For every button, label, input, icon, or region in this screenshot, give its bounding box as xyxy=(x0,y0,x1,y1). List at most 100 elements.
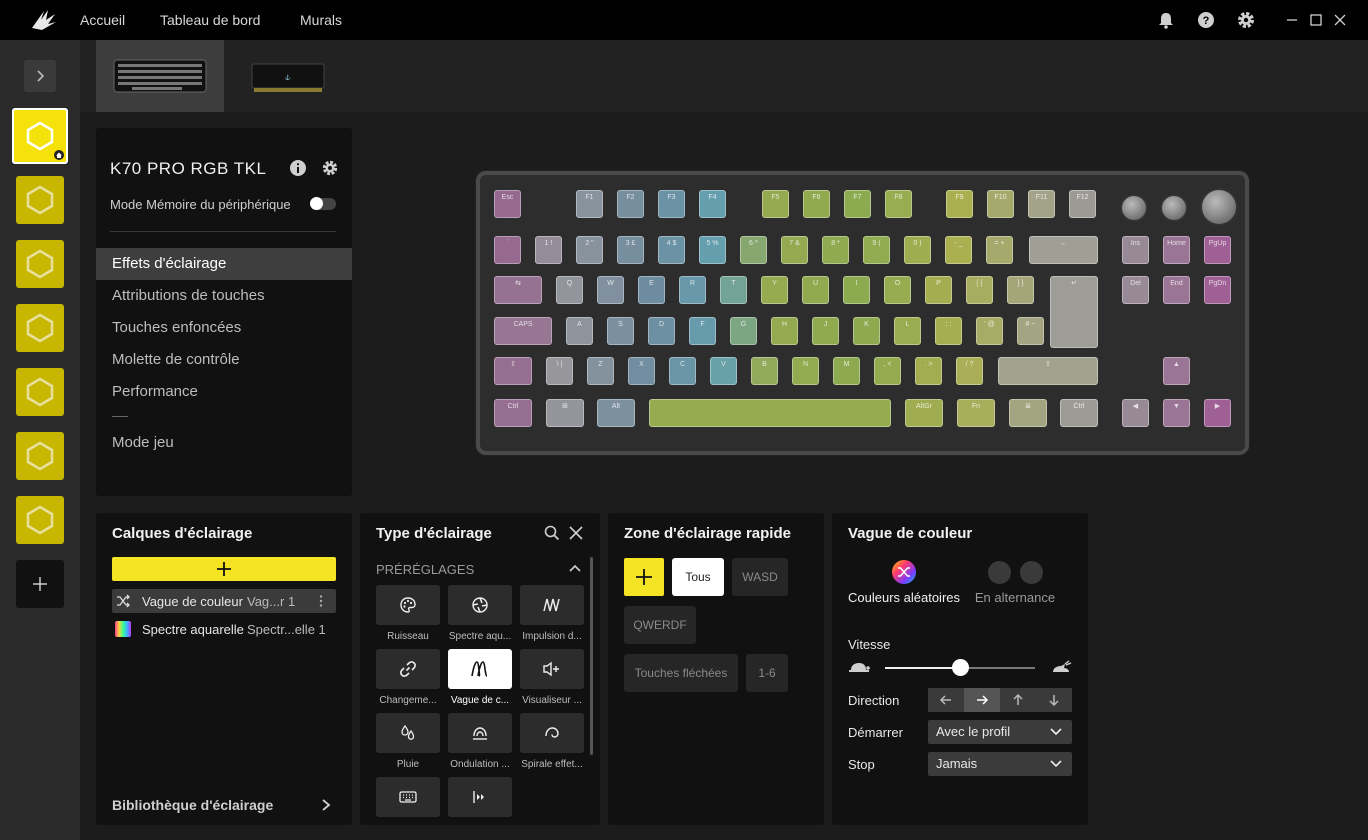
profile-tile[interactable] xyxy=(16,432,64,480)
memory-mode-toggle[interactable] xyxy=(310,197,336,210)
key[interactable]: ◀ xyxy=(1122,399,1149,427)
close-icon[interactable] xyxy=(1330,10,1350,30)
preset-tile[interactable] xyxy=(376,649,440,689)
key[interactable]: F4 xyxy=(699,190,726,218)
random-colors-label[interactable]: Couleurs aléatoires xyxy=(848,590,960,605)
menu-game-mode[interactable]: Mode jeu xyxy=(96,427,352,459)
key[interactable]: ⇧ xyxy=(494,357,532,385)
alternate-label[interactable]: En alternance xyxy=(960,590,1070,605)
key[interactable]: F6 xyxy=(803,190,830,218)
preset-tile[interactable] xyxy=(520,585,584,625)
nav-murals[interactable]: Murals xyxy=(300,12,342,28)
minimize-icon[interactable] xyxy=(1282,10,1302,30)
stop-dropdown[interactable]: Jamais xyxy=(928,752,1072,776)
alternate-color-2-swatch[interactable] xyxy=(1020,561,1043,584)
key[interactable]: ▲ xyxy=(1163,357,1190,385)
key[interactable]: 3 £ xyxy=(617,236,644,264)
key[interactable]: H xyxy=(771,317,798,345)
key[interactable]: T xyxy=(720,276,747,304)
key[interactable]: CAPS xyxy=(494,317,552,345)
nav-dashboard[interactable]: Tableau de bord xyxy=(160,12,260,28)
info-icon[interactable] xyxy=(289,159,307,177)
key[interactable]: = + xyxy=(986,236,1013,264)
key[interactable]: Z xyxy=(587,357,614,385)
expand-rail-button[interactable] xyxy=(24,60,56,92)
key[interactable]: F12 xyxy=(1069,190,1096,218)
media-knob[interactable] xyxy=(1200,188,1238,226)
lighting-library-link[interactable]: Bibliothèque d'éclairage xyxy=(112,797,273,813)
search-icon[interactable] xyxy=(544,525,560,541)
menu-control-dial[interactable]: Molette de contrôle xyxy=(96,344,352,376)
direction-left-button[interactable] xyxy=(928,688,964,712)
key[interactable]: Ctrl xyxy=(1060,399,1098,427)
key[interactable]: ← xyxy=(1029,236,1098,264)
key[interactable]: V xyxy=(710,357,737,385)
profile-tile[interactable] xyxy=(16,496,64,544)
zone-all-button[interactable]: Tous xyxy=(672,558,724,596)
preset-tile[interactable] xyxy=(448,713,512,753)
key[interactable]: # ~ xyxy=(1017,317,1044,345)
profile-tile[interactable] xyxy=(16,176,64,224)
key[interactable]: C xyxy=(669,357,696,385)
key[interactable]: ⊞ xyxy=(546,399,584,427)
direction-right-button[interactable] xyxy=(964,688,1000,712)
zone-arrows-button[interactable]: Touches fléchées xyxy=(624,654,738,692)
key[interactable]: Esc xyxy=(494,190,521,218)
key[interactable]: End xyxy=(1163,276,1190,304)
device-settings-gear-icon[interactable] xyxy=(321,159,339,177)
key[interactable]: [ { xyxy=(966,276,993,304)
key[interactable]: W xyxy=(597,276,624,304)
key[interactable] xyxy=(649,399,891,427)
device-tab-keyboard[interactable] xyxy=(96,40,224,112)
key[interactable]: F11 xyxy=(1028,190,1055,218)
scrollbar[interactable] xyxy=(590,557,593,755)
key[interactable]: J xyxy=(812,317,839,345)
layer-row[interactable]: Vague de couleur Vag...r 1 xyxy=(112,589,336,613)
key[interactable]: Del xyxy=(1122,276,1149,304)
key[interactable]: X xyxy=(628,357,655,385)
profile-tile[interactable] xyxy=(16,240,64,288)
key[interactable]: Ins xyxy=(1122,236,1149,264)
key[interactable]: ≣ xyxy=(1009,399,1047,427)
key[interactable]: Q xyxy=(556,276,583,304)
settings-gear-icon[interactable] xyxy=(1236,10,1256,30)
key[interactable]: O xyxy=(884,276,911,304)
key[interactable]: 5 % xyxy=(699,236,726,264)
preset-tile-selected[interactable] xyxy=(448,649,512,689)
start-dropdown[interactable]: Avec le profil xyxy=(928,720,1072,744)
key[interactable]: , < xyxy=(874,357,901,385)
key[interactable]: L xyxy=(894,317,921,345)
key[interactable]: 9 ( xyxy=(863,236,890,264)
more-options-icon[interactable] xyxy=(318,594,324,608)
key[interactable]: F10 xyxy=(987,190,1014,218)
key[interactable]: B xyxy=(751,357,778,385)
key[interactable]: ` xyxy=(494,236,521,264)
key[interactable]: ; : xyxy=(935,317,962,345)
key[interactable]: \ | xyxy=(546,357,573,385)
key[interactable]: F9 xyxy=(946,190,973,218)
key[interactable]: AltGr xyxy=(905,399,943,427)
preset-tile[interactable] xyxy=(448,777,512,817)
preset-tile[interactable] xyxy=(376,585,440,625)
direction-down-button[interactable] xyxy=(1036,688,1072,712)
preset-tile[interactable] xyxy=(520,649,584,689)
key[interactable]: F5 xyxy=(762,190,789,218)
close-icon[interactable] xyxy=(568,525,584,541)
media-knob[interactable] xyxy=(1120,194,1148,222)
key[interactable]: G xyxy=(730,317,757,345)
speed-slider-thumb[interactable] xyxy=(952,659,969,676)
key[interactable]: K xyxy=(853,317,880,345)
key[interactable]: P xyxy=(925,276,952,304)
add-layer-button[interactable] xyxy=(112,557,336,581)
key[interactable]: A xyxy=(566,317,593,345)
alternate-color-1-swatch[interactable] xyxy=(988,561,1011,584)
key[interactable]: 2 " xyxy=(576,236,603,264)
preset-tile[interactable] xyxy=(376,713,440,753)
preset-tile[interactable] xyxy=(448,585,512,625)
menu-lighting-effects[interactable]: Effets d'éclairage xyxy=(96,248,352,280)
key[interactable]: 4 $ xyxy=(658,236,685,264)
corsair-logo[interactable] xyxy=(30,8,58,32)
maximize-icon[interactable] xyxy=(1306,10,1326,30)
key[interactable]: I xyxy=(843,276,870,304)
preset-tile[interactable] xyxy=(520,713,584,753)
